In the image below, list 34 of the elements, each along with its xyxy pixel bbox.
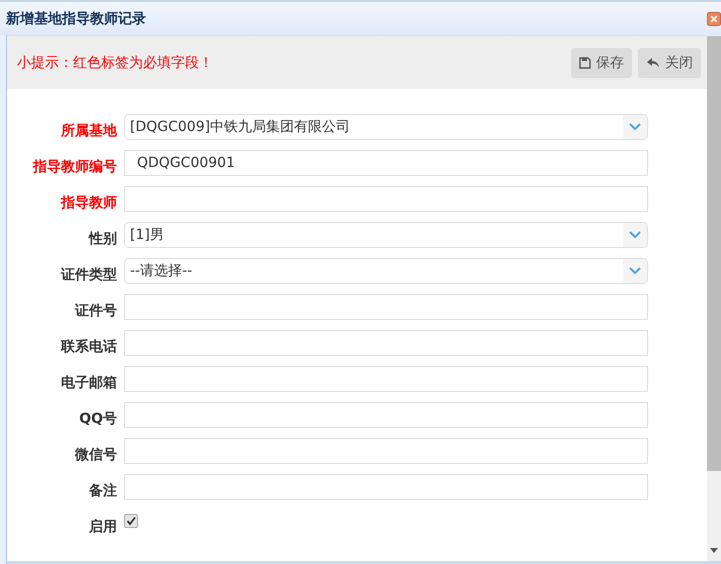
hint-text: 小提示：红色标签为必填字段！ [17, 54, 213, 72]
field-label: 性别 [87, 230, 118, 248]
input-field[interactable] [124, 474, 648, 500]
select-field[interactable]: [1]男 [124, 222, 648, 248]
field-label: 所属基地 [60, 122, 118, 140]
select-field[interactable]: --请选择-- [124, 258, 648, 284]
field-label: 微信号 [74, 446, 118, 464]
field-label: 指导教师编号 [32, 158, 118, 176]
field-label: QQ号 [78, 410, 118, 428]
scrollbar[interactable] [707, 35, 721, 561]
input-field[interactable]: QDQGC00901 [124, 150, 648, 176]
field-label: 指导教师 [60, 194, 118, 212]
field-label: 电子邮箱 [60, 374, 118, 392]
field-label: 启用 [88, 518, 118, 536]
input-field[interactable] [124, 402, 648, 428]
undo-arrow-icon [646, 56, 660, 68]
close-button[interactable]: 关闭 [638, 48, 701, 78]
select-field[interactable]: [DQGC009]中铁九局集团有限公司 [124, 114, 648, 140]
save-button[interactable]: 保存 [571, 48, 632, 78]
input-field[interactable] [124, 330, 648, 356]
input-field[interactable] [124, 438, 648, 464]
chevron-down-icon [629, 123, 641, 131]
save-icon [579, 56, 591, 68]
checkbox[interactable] [124, 514, 138, 528]
field-label: 备注 [88, 482, 118, 500]
input-field[interactable] [124, 294, 648, 320]
window-title: 新增基地指导教师记录 [6, 10, 146, 28]
chevron-down-icon [629, 267, 641, 275]
input-field[interactable] [124, 366, 648, 392]
chevron-down-icon [629, 231, 641, 239]
field-label: 证件类型 [60, 266, 118, 284]
field-label: 证件号 [74, 302, 118, 320]
input-field[interactable] [124, 186, 648, 212]
field-label: 联系电话 [60, 338, 118, 356]
